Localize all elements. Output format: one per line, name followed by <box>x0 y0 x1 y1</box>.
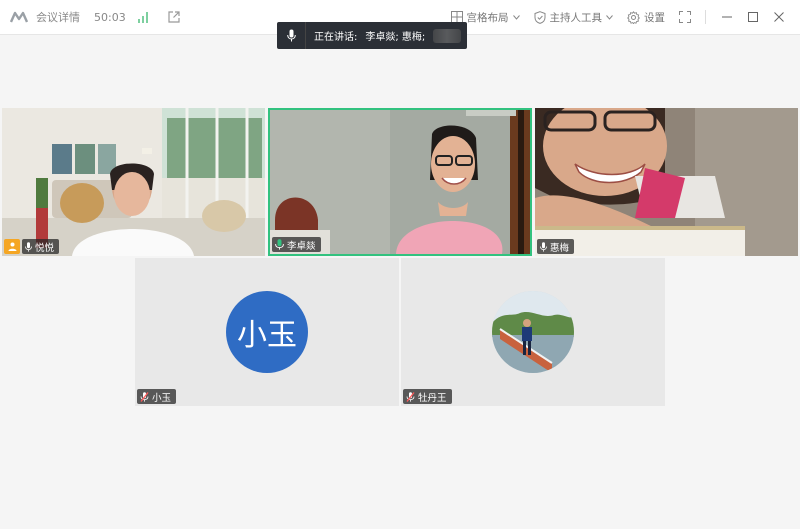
vertical-divider <box>705 10 706 24</box>
speaking-microphone-icon <box>275 239 284 250</box>
video-tile-yueyue[interactable]: 悦悦 <box>2 108 265 256</box>
active-speaker-banner: 正在讲话: 李卓燚; 惠梅; <box>277 22 467 49</box>
speaking-label: 正在讲话: <box>314 32 358 43</box>
avatar-photo <box>492 291 574 373</box>
muted-microphone-icon <box>140 391 149 402</box>
participant-label: 悦悦 <box>22 239 60 254</box>
participant-label: 惠梅 <box>537 239 575 254</box>
minimize-icon[interactable] <box>722 12 732 22</box>
participant-label: 小玉 <box>137 389 177 404</box>
meeting-info-button[interactable]: 会议详情 <box>36 9 80 25</box>
avatar: 小玉 <box>226 291 308 373</box>
app-logo-icon <box>10 11 28 23</box>
participant-video <box>535 108 798 256</box>
host-user-icon <box>8 242 16 251</box>
microphone-icon <box>286 29 296 42</box>
host-tools-label: 主持人工具 <box>549 11 603 24</box>
microphone-icon <box>25 241 32 252</box>
gear-icon <box>627 10 640 24</box>
participant-name: 小玉 <box>152 392 172 404</box>
video-tile-lizhuoyi[interactable]: 李卓燚 <box>268 108 532 256</box>
video-tile-mudanwang[interactable]: 牡丹王 <box>401 258 665 406</box>
participant-label: 牡丹王 <box>403 389 452 404</box>
meeting-duration: 50:03 <box>94 10 126 24</box>
layout-label: 宫格布局 <box>466 11 509 24</box>
host-badge <box>4 239 20 254</box>
chevron-down-icon <box>606 14 613 20</box>
participant-video <box>270 110 530 254</box>
blurred-avatars <box>433 28 461 43</box>
host-tools-menu[interactable]: 主持人工具 <box>534 10 614 25</box>
signal-strength-icon[interactable] <box>137 11 150 23</box>
meeting-info-group: 会议详情 50:03 <box>0 9 180 25</box>
share-link-icon[interactable] <box>168 11 180 23</box>
participant-video <box>2 108 265 256</box>
video-tile-huimei[interactable]: 惠梅 <box>535 108 798 256</box>
microphone-icon <box>540 241 547 252</box>
avatar-initials: 小玉 <box>237 318 297 353</box>
video-tile-xiaoyu[interactable]: 小玉 小玉 <box>135 258 399 406</box>
settings-label: 设置 <box>644 11 665 24</box>
participant-name: 牡丹王 <box>418 392 447 404</box>
shield-icon <box>534 10 545 24</box>
settings-button[interactable]: 设置 <box>627 10 665 25</box>
participant-name: 悦悦 <box>35 242 55 254</box>
maximize-icon[interactable] <box>748 12 758 22</box>
participant-label: 李卓燚 <box>272 237 321 252</box>
close-icon[interactable] <box>774 12 784 22</box>
participant-name: 惠梅 <box>550 242 570 254</box>
muted-microphone-icon <box>406 391 415 402</box>
avatar <box>492 291 574 373</box>
speaking-names: 李卓燚; 惠梅; <box>365 32 426 43</box>
chevron-down-icon <box>512 14 520 20</box>
fullscreen-icon[interactable] <box>679 11 691 23</box>
participant-name: 李卓燚 <box>287 240 316 252</box>
